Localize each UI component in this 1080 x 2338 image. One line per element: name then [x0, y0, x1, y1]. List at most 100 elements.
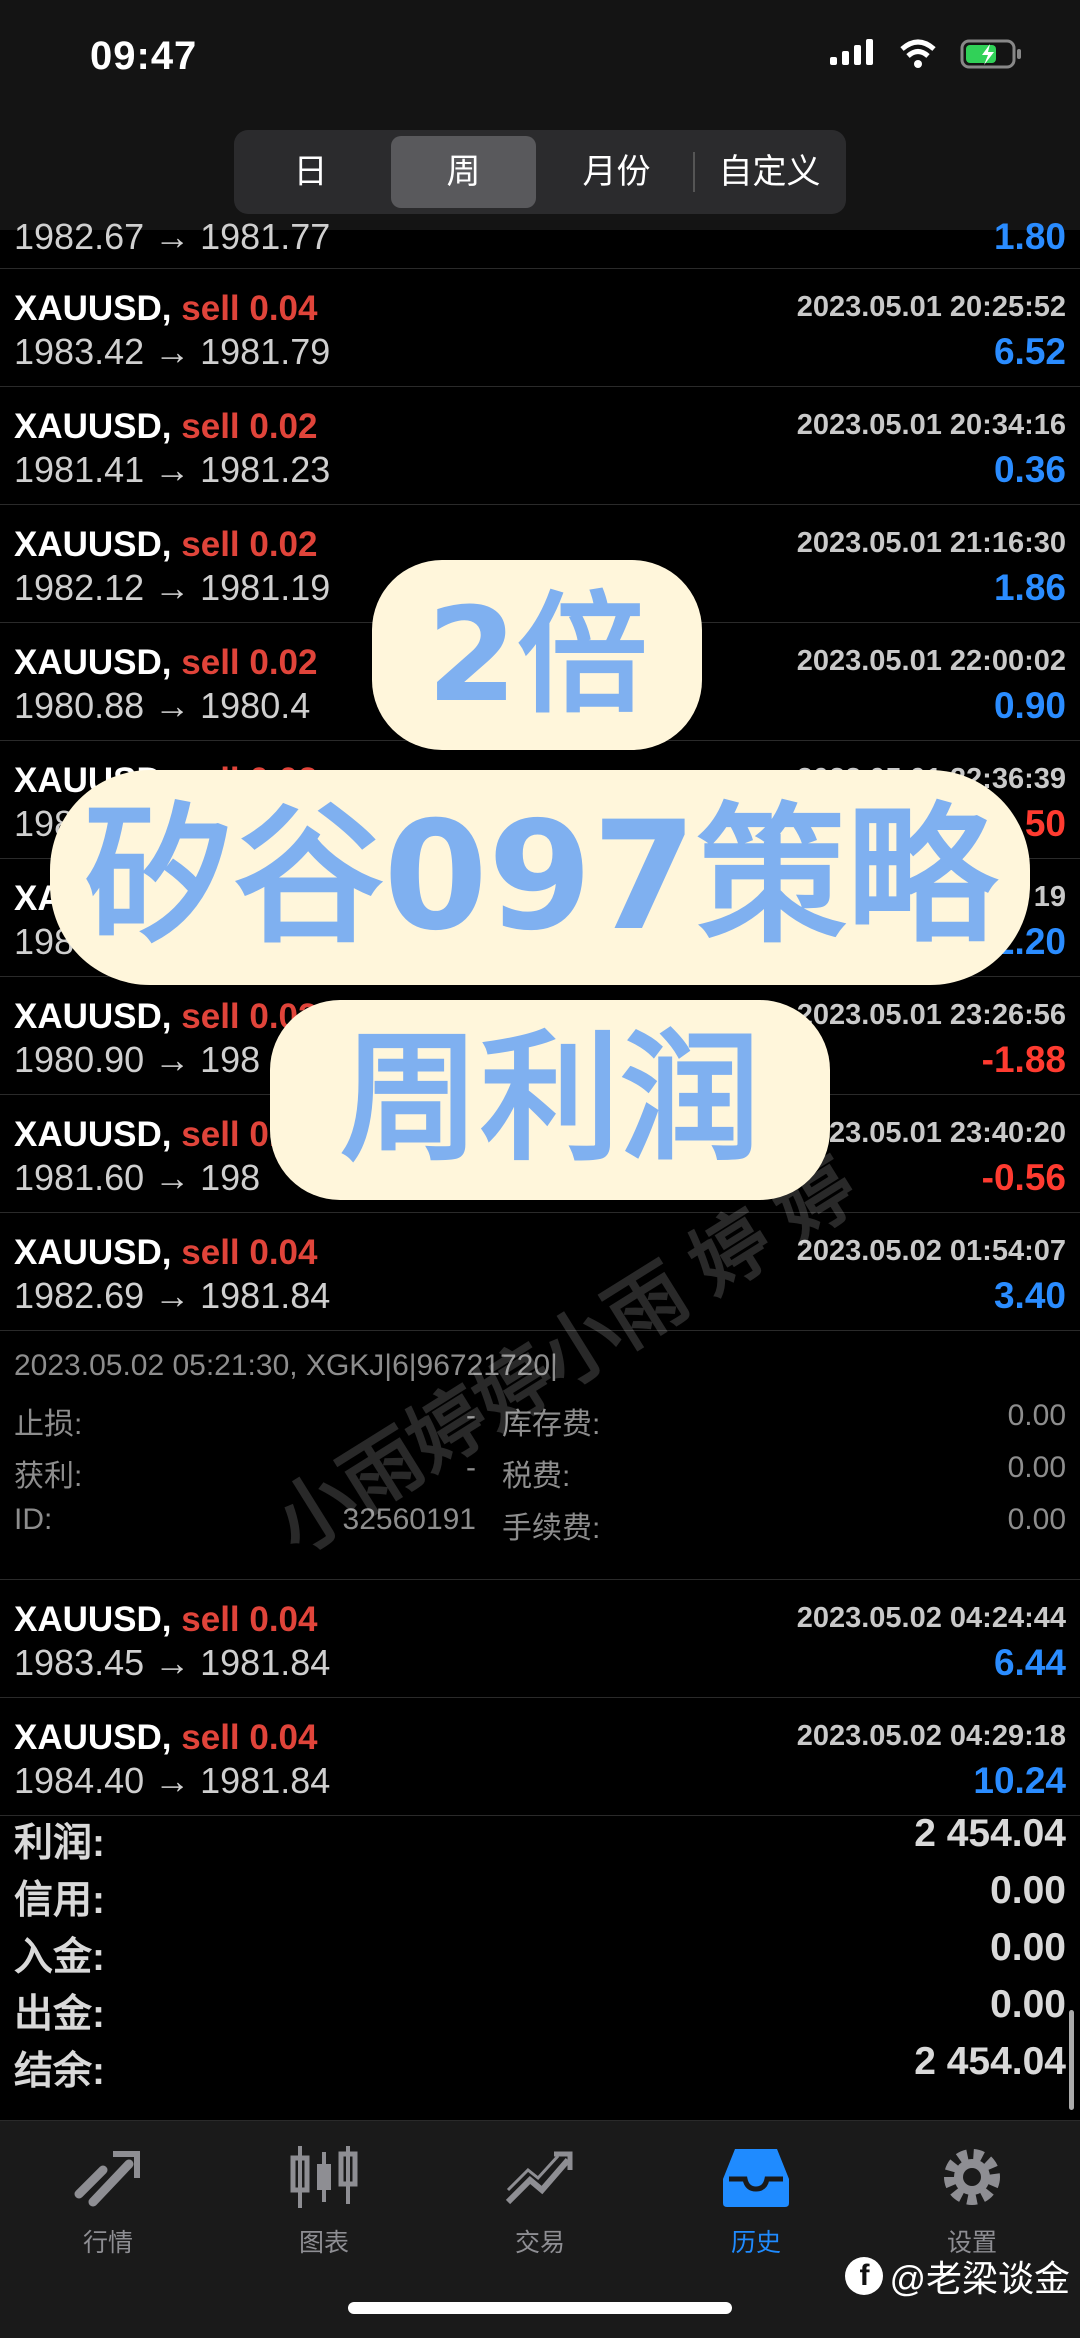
symbol-name: XAUUSD, [14, 525, 172, 564]
trade-side: sell 0.02 [181, 643, 318, 682]
trade-prices: 1981.41 → 1981.23 [14, 449, 331, 490]
symbol-name: XAUUSD, [14, 997, 172, 1036]
trade-symbol: XAUUSD, sell 0.02 [14, 761, 318, 801]
summary-label: 入金: [14, 1936, 105, 1979]
history-list[interactable]: 1982.67 → 1981.77 1.80 XAUUSD, sell 0.04… [0, 216, 1080, 1816]
trade-symbol: XAUUSD, sell 0.04 [14, 1600, 318, 1640]
trade-profit: 6.52 [993, 331, 1066, 372]
tab-label: 历史 [730, 2229, 781, 2257]
tab-chart[interactable]: 图表 [244, 2137, 404, 2259]
tab-trade[interactable]: 交易 [460, 2137, 620, 2259]
status-time: 09:47 [90, 34, 198, 78]
symbol-name: XAUUSD, [14, 1718, 172, 1757]
trade-datetime: 19 [1033, 881, 1066, 913]
battery-icon [960, 39, 1021, 69]
tab-label: 行情 [82, 2229, 133, 2257]
trade-datetime: 2023.05.01 23:26:56 [796, 999, 1066, 1031]
trade-prices: 1983.45 → 1981.84 [14, 1642, 331, 1683]
detail-value: 32560191 [342, 1503, 476, 1536]
segment-week[interactable]: 周 [391, 136, 536, 208]
symbol-name: XAUUSD, [14, 1115, 172, 1154]
trade-prices: 1982.67 → 1981.77 [14, 216, 331, 257]
credit-text: @老梁谈金 [889, 2258, 1070, 2299]
trade-profit: 50 [1024, 803, 1066, 844]
trade-prices: 1980.88 → 1980.4 [14, 685, 311, 726]
trade-prices: 1983.42 → 1981.79 [14, 331, 331, 372]
tab-label: 图表 [298, 2229, 349, 2257]
trade-profit: 1.80 [993, 216, 1066, 257]
trade-prices: 198 [14, 921, 75, 962]
table-row[interactable]: XAUUSD, sell 0.04 2023.05.01 20:25:52 1983… [0, 269, 1080, 387]
period-selector-bar: 日 周 月份 自定义 [0, 120, 1080, 230]
settings-icon [944, 2149, 1000, 2205]
trade-datetime: 2023.05.01 23:40:20 [796, 1117, 1066, 1149]
trade-symbol: XAUUSD, sell 0.02 [14, 997, 318, 1037]
trade-detail[interactable]: 2023.05.02 05:21:30, XGKJ|6|96721720| 止损… [0, 1331, 1080, 1580]
summary-row: 利润: 2 454.04 [0, 1812, 1080, 1869]
segment-month[interactable]: 月份 [544, 136, 689, 208]
trade-profit: 10.24 [973, 1760, 1066, 1801]
trade-profit: -1.88 [981, 1039, 1066, 1080]
trade-side: sell 0.04 [181, 1233, 318, 1272]
detail-value: 0.00 [1007, 1399, 1066, 1432]
detail-value: 0.00 [1007, 1503, 1066, 1536]
trade-side: sell 0.04 [181, 289, 318, 328]
segment-custom[interactable]: 自定义 [693, 136, 842, 208]
summary-label: 信用: [14, 1879, 105, 1922]
table-row[interactable]: XAUUSD, sell 0.04 2023.05.02 01:54:07 1982… [0, 1213, 1080, 1331]
trade-datetime: 2023.05.01 20:25:52 [796, 291, 1066, 323]
table-row[interactable]: XAUUSD, sell 0.0 2023.05.01 23:40:20 1981.… [0, 1095, 1080, 1213]
quotes-icon [74, 2151, 140, 2207]
trade-datetime: 2023.05.02 04:29:18 [796, 1720, 1066, 1752]
detail-header: 2023.05.02 05:21:30, XGKJ|6|96721720| [14, 1349, 558, 1382]
trade-side: sell 0.02 [181, 525, 318, 564]
detail-value: - [466, 1451, 476, 1484]
symbol-name: XAUUSD, [14, 1600, 172, 1639]
detail-label: 库存费: [502, 1408, 601, 1441]
table-row[interactable]: XAUUSD, sell 0.02 2023.05.01 23:26:56 1980… [0, 977, 1080, 1095]
symbol-name: XAUUSD, [14, 407, 172, 446]
table-row[interactable]: XAUUSD, sell 0.02 2023.05.01 20:34:16 1981… [0, 387, 1080, 505]
symbol-name: XAUUSD, [14, 289, 172, 328]
trade-profit: 0.36 [993, 449, 1066, 490]
trade-profit: 1.86 [993, 567, 1066, 608]
trade-symbol: XAUUSD, sell 0.04 [14, 289, 318, 329]
table-row[interactable]: XAUUSD, sell 0.02 2023.05.01 21:16:30 1982… [0, 505, 1080, 623]
table-row[interactable]: XA 19 198 2.20 [0, 859, 1080, 977]
trade-datetime: 2023.05.01 20:34:16 [796, 409, 1066, 441]
segment-day[interactable]: 日 [238, 136, 383, 208]
table-row[interactable]: 1982.67 → 1981.77 1.80 [0, 216, 1080, 269]
scrollbar[interactable] [1069, 2010, 1074, 2110]
home-indicator[interactable] [348, 2302, 732, 2314]
trade-symbol: XA [14, 879, 63, 919]
detail-label: 手续费: [502, 1512, 601, 1545]
signal-icon [830, 39, 873, 65]
status-bar: 09:47 [0, 0, 1080, 120]
source-credit: f @老梁谈金 [845, 2250, 1070, 2302]
table-row[interactable]: XAUUSD, sell 0.02 2023.05.01 22:00:02 1980… [0, 623, 1080, 741]
brand-logo-icon: f [845, 2257, 884, 2295]
symbol-name: XA [14, 879, 63, 918]
summary-row: 入金: 0.00 [0, 1926, 1080, 1983]
trade-datetime: 2023.05.01 22:00:02 [796, 645, 1066, 677]
tab-quotes[interactable]: 行情 [28, 2137, 188, 2259]
table-row[interactable]: XAUUSD, sell 0.04 2023.05.02 04:24:44 1983… [0, 1580, 1080, 1698]
symbol-name: XAUUSD, [14, 761, 172, 800]
trade-side: sell 0.02 [181, 997, 318, 1036]
tab-history[interactable]: 历史 [676, 2137, 836, 2259]
table-row[interactable]: XAUUSD, sell 0.02 2023.05.01 22:36:39 198 5… [0, 741, 1080, 859]
summary-value: 0.00 [990, 1869, 1066, 1912]
summary-row: 出金: 0.00 [0, 1983, 1080, 2040]
wifi-icon [900, 39, 936, 68]
summary-label: 利润: [14, 1822, 105, 1865]
trade-symbol: XAUUSD, sell 0.04 [14, 1718, 318, 1758]
summary-value: 0.00 [990, 1926, 1066, 1969]
table-row[interactable]: XAUUSD, sell 0.04 2023.05.02 04:29:18 1984… [0, 1698, 1080, 1816]
chart-icon [290, 2146, 358, 2208]
tab-settings[interactable]: 设置 [892, 2137, 1052, 2259]
trade-prices: 1984.40 → 1981.84 [14, 1760, 331, 1801]
trade-datetime: 2023.05.02 04:24:44 [796, 1602, 1066, 1634]
trade-icon [505, 2151, 573, 2205]
summary-row: 结余: 2 454.04 [0, 2040, 1080, 2097]
account-summary: 利润: 2 454.04 信用: 0.00 入金: 0.00 出金: 0.00 结余: 2… [0, 1812, 1080, 2097]
